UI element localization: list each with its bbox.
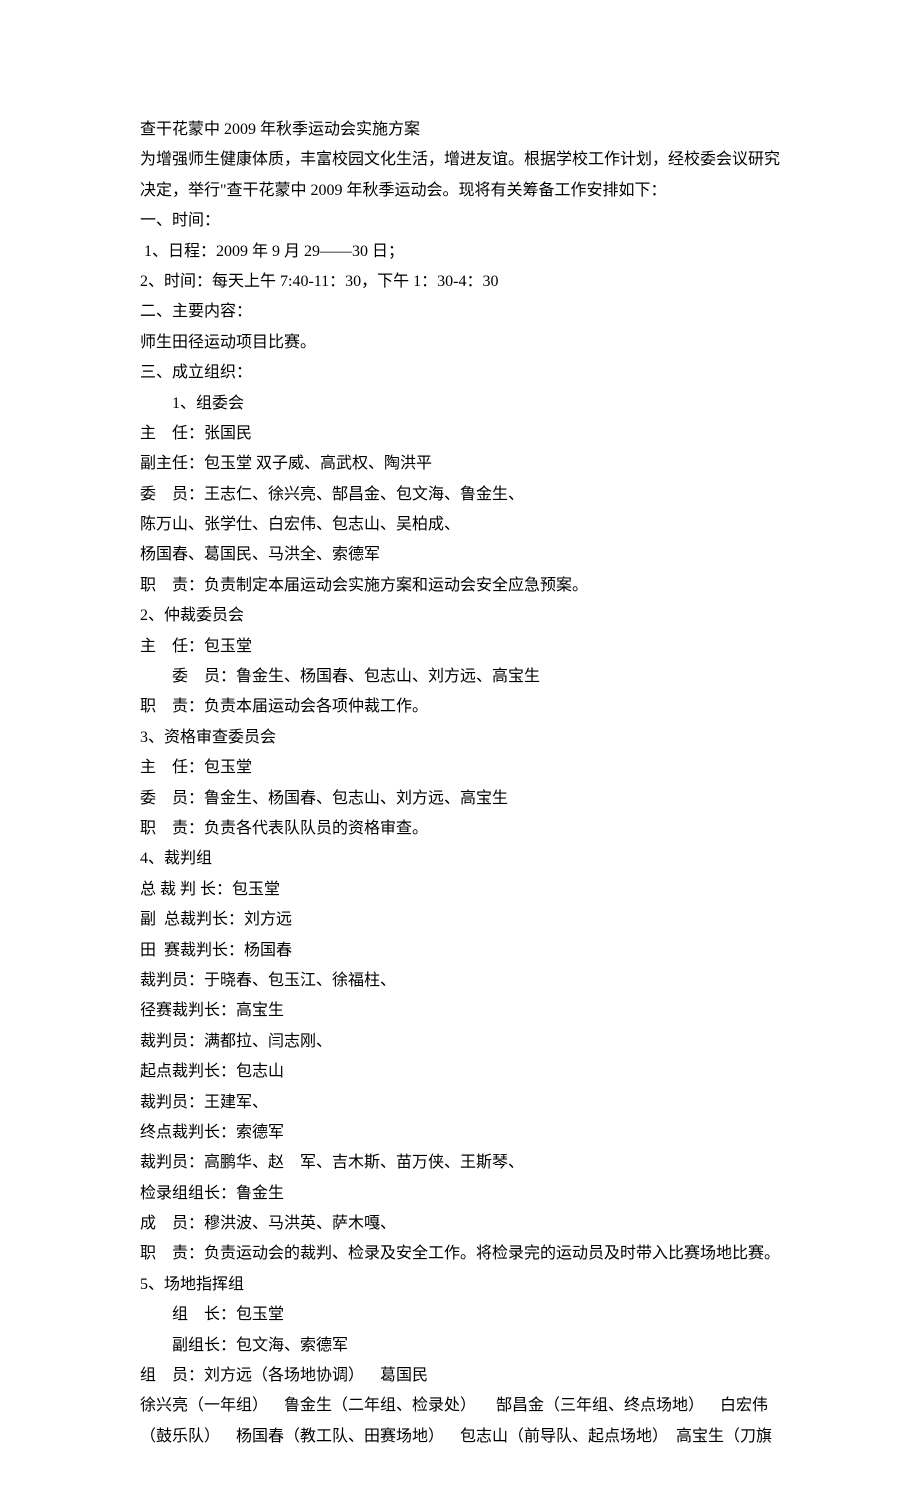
text-line: 查干花蒙中 2009 年秋季运动会实施方案: [140, 115, 780, 145]
text-line: 委 员：鲁金生、杨国春、包志山、刘方远、高宝生: [140, 662, 780, 692]
text-line: 总 裁 判 长：包玉堂: [140, 875, 780, 905]
text-line: 裁判员：王建军、: [140, 1088, 780, 1118]
text-line: 主 任：包玉堂: [140, 632, 780, 662]
text-line: 1、日程：2009 年 9 月 29——30 日；: [140, 237, 780, 267]
text-line: 组 长：包玉堂: [140, 1300, 780, 1330]
text-line: 陈万山、张学仕、白宏伟、包志山、吴柏成、: [140, 510, 780, 540]
text-line: 成 员：穆洪波、马洪英、萨木嘎、: [140, 1209, 780, 1239]
text-line: 一、时间：: [140, 206, 780, 236]
text-line: 2、仲裁委员会: [140, 601, 780, 631]
text-line: 副主任：包玉堂 双子威、高武权、陶洪平: [140, 449, 780, 479]
text-line: 组 员：刘方远（各场地协调） 葛国民: [140, 1361, 780, 1391]
text-line: 主 任：张国民: [140, 419, 780, 449]
text-line: 职 责：负责运动会的裁判、检录及安全工作。将检录完的运动员及时带入比赛场地比赛。: [140, 1239, 780, 1269]
text-line: 职 责：负责制定本届运动会实施方案和运动会安全应急预案。: [140, 571, 780, 601]
text-line: 副组长：包文海、索德军: [140, 1331, 780, 1361]
text-line: 1、组委会: [140, 389, 780, 419]
text-line: 径赛裁判长：高宝生: [140, 996, 780, 1026]
text-line: 终点裁判长：索德军: [140, 1118, 780, 1148]
text-line: 师生田径运动项目比赛。: [140, 328, 780, 358]
text-line: 为增强师生健康体质，丰富校园文化生活，增进友谊。根据学校工作计划，经校委会议研究…: [140, 145, 780, 206]
text-line: 3、资格审查委员会: [140, 723, 780, 753]
text-line: 5、场地指挥组: [140, 1270, 780, 1300]
text-line: 副 总裁判长：刘方远: [140, 905, 780, 935]
text-line: 职 责：负责各代表队队员的资格审查。: [140, 814, 780, 844]
text-line: 裁判员：于晓春、包玉江、徐福柱、: [140, 966, 780, 996]
text-line: 裁判员：满都拉、闫志刚、: [140, 1027, 780, 1057]
text-line: 主 任：包玉堂: [140, 753, 780, 783]
text-line: 委 员：鲁金生、杨国春、包志山、刘方远、高宝生: [140, 784, 780, 814]
text-line: 检录组组长：鲁金生: [140, 1179, 780, 1209]
text-line: 委 员：王志仁、徐兴亮、郜昌金、包文海、鲁金生、: [140, 480, 780, 510]
text-line: 田 赛裁判长：杨国春: [140, 936, 780, 966]
text-line: 二、主要内容：: [140, 297, 780, 327]
text-line: 杨国春、葛国民、马洪全、索德军: [140, 540, 780, 570]
text-line: 起点裁判长：包志山: [140, 1057, 780, 1087]
text-line: 徐兴亮（一年组） 鲁金生（二年组、检录处） 郜昌金（三年组、终点场地） 白宏伟（…: [140, 1391, 780, 1452]
text-line: 职 责：负责本届运动会各项仲裁工作。: [140, 692, 780, 722]
text-line: 2、时间：每天上午 7:40-11：30，下午 1：30-4：30: [140, 267, 780, 297]
text-line: 4、裁判组: [140, 844, 780, 874]
text-line: 三、成立组织：: [140, 358, 780, 388]
text-line: 裁判员：高鹏华、赵 军、吉木斯、苗万侠、王斯琴、: [140, 1148, 780, 1178]
document-page: 查干花蒙中 2009 年秋季运动会实施方案为增强师生健康体质，丰富校园文化生活，…: [0, 0, 920, 1512]
